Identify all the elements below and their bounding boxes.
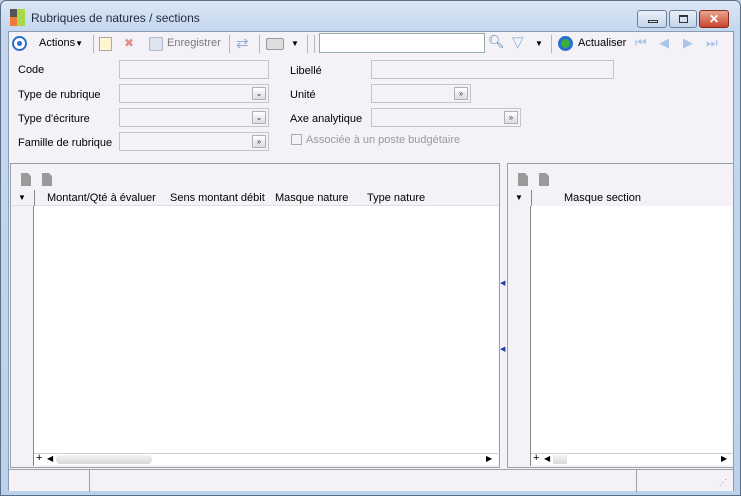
close-button[interactable]: ✕ xyxy=(699,10,729,28)
new-icon[interactable] xyxy=(99,37,112,51)
axe-select[interactable]: » xyxy=(371,108,521,127)
scroll-right-icon[interactable]: ▶ xyxy=(486,454,492,463)
unite-select[interactable]: » xyxy=(371,84,471,103)
minimize-button[interactable] xyxy=(637,10,667,28)
code-field[interactable] xyxy=(119,60,269,79)
search-icon[interactable]: 🔍︎ xyxy=(488,34,505,50)
separator xyxy=(229,35,230,53)
status-bar: ⋰ xyxy=(9,469,733,492)
separator xyxy=(551,35,552,53)
separator xyxy=(307,35,308,53)
separator xyxy=(93,35,94,53)
budget-checkbox-label: Associée à un poste budgétaire xyxy=(306,134,461,146)
type-rubrique-select[interactable]: ⌄ xyxy=(119,84,269,103)
type-ecriture-select[interactable]: ⌄ xyxy=(119,108,269,127)
filter-icon[interactable]: ▽ xyxy=(512,33,524,51)
left-grid-header: ▼ Montant/Qté à évaluer Sens montant déb… xyxy=(12,190,498,206)
toolbar: Actions▼ ✖ Enregistrer ⇄ ▼ 🔍︎ ▽ ▼ Actual… xyxy=(9,32,733,56)
right-grid-header: ▼ Masque section xyxy=(509,190,732,206)
code-label: Code xyxy=(18,64,45,76)
previous-record-icon[interactable]: ◀ xyxy=(659,35,669,51)
axe-label: Axe analytique xyxy=(290,113,363,125)
app-icon xyxy=(10,9,26,26)
type-ecriture-label: Type d'écriture xyxy=(18,113,90,125)
column-chooser-icon[interactable]: ▼ xyxy=(515,193,523,202)
column-header[interactable]: Montant/Qté à évaluer xyxy=(47,192,156,204)
edit-row-icon[interactable] xyxy=(539,173,549,186)
window-title: Rubriques de natures / sections xyxy=(31,11,200,25)
window: Rubriques de natures / sections ✕ Action… xyxy=(0,0,741,496)
column-header[interactable]: Type nature xyxy=(367,192,425,204)
right-horizontal-scrollbar[interactable]: + ◀ ▶ xyxy=(531,452,732,465)
scroll-left-icon[interactable]: ◀ xyxy=(47,454,53,463)
famille-select[interactable]: » xyxy=(119,132,269,151)
splitter-expand-icon[interactable]: ◀ xyxy=(500,345,505,353)
maximize-button[interactable] xyxy=(669,10,697,28)
caret-down-icon: ▼ xyxy=(75,39,83,48)
add-row-icon[interactable] xyxy=(518,173,528,186)
column-header[interactable]: Masque section xyxy=(564,192,641,204)
separator xyxy=(314,35,315,53)
resize-grip-icon[interactable]: ⋰ xyxy=(719,478,727,487)
libelle-field[interactable] xyxy=(371,60,614,79)
scroll-left-icon[interactable]: ◀ xyxy=(544,454,550,463)
add-icon[interactable]: + xyxy=(36,452,42,464)
next-record-icon[interactable]: ▶ xyxy=(683,35,693,51)
left-grid-panel: ▼ Montant/Qté à évaluer Sens montant déb… xyxy=(10,163,500,468)
refresh-icon[interactable] xyxy=(558,36,573,51)
scroll-thumb[interactable] xyxy=(56,455,152,464)
navigation-icon[interactable] xyxy=(12,36,27,51)
last-record-icon[interactable]: ⏭ xyxy=(706,35,718,51)
chevron-down-icon[interactable]: ⌄ xyxy=(252,111,266,124)
sync-icon[interactable]: ⇄ xyxy=(236,34,249,52)
column-header[interactable]: Sens montant débit xyxy=(170,192,265,204)
separator xyxy=(259,35,260,53)
right-grid-panel: ▼ Masque section + ◀ ▶ xyxy=(507,163,734,468)
search-input[interactable] xyxy=(319,33,485,53)
splitter-collapse-icon[interactable]: ◀ xyxy=(500,279,505,287)
unite-label: Unité xyxy=(290,89,316,101)
column-chooser-icon[interactable]: ▼ xyxy=(18,193,26,202)
budget-checkbox[interactable] xyxy=(291,134,302,145)
save-icon[interactable] xyxy=(149,37,163,51)
refresh-button[interactable]: Actualiser xyxy=(578,37,626,49)
double-chevron-icon[interactable]: » xyxy=(504,111,518,124)
actions-menu[interactable]: Actions▼ xyxy=(39,37,83,49)
save-button[interactable]: Enregistrer xyxy=(167,37,221,49)
filter-dropdown-icon[interactable]: ▼ xyxy=(535,39,543,48)
double-chevron-icon[interactable]: » xyxy=(454,87,468,100)
scroll-right-icon[interactable]: ▶ xyxy=(721,454,727,463)
delete-icon[interactable]: ✖ xyxy=(124,36,134,50)
double-chevron-icon[interactable]: » xyxy=(252,135,266,148)
print-dropdown-icon[interactable]: ▼ xyxy=(291,39,299,48)
first-record-icon[interactable]: ⏮ xyxy=(635,35,647,51)
left-grid-body[interactable] xyxy=(34,206,498,453)
libelle-label: Libellé xyxy=(290,65,322,77)
right-grid-body[interactable] xyxy=(531,206,732,453)
chevron-down-icon[interactable]: ⌄ xyxy=(252,87,266,100)
type-rubrique-label: Type de rubrique xyxy=(18,89,101,101)
add-icon[interactable]: + xyxy=(533,452,539,464)
edit-row-icon[interactable] xyxy=(42,173,52,186)
scroll-thumb[interactable] xyxy=(553,455,567,464)
print-icon[interactable] xyxy=(266,38,284,50)
add-row-icon[interactable] xyxy=(21,173,31,186)
client-area: Actions▼ ✖ Enregistrer ⇄ ▼ 🔍︎ ▽ ▼ Actual… xyxy=(8,31,734,492)
left-horizontal-scrollbar[interactable]: + ◀ ▶ xyxy=(34,452,498,465)
actions-label: Actions xyxy=(39,37,76,49)
famille-label: Famille de rubrique xyxy=(18,137,113,149)
column-header[interactable]: Masque nature xyxy=(275,192,348,204)
